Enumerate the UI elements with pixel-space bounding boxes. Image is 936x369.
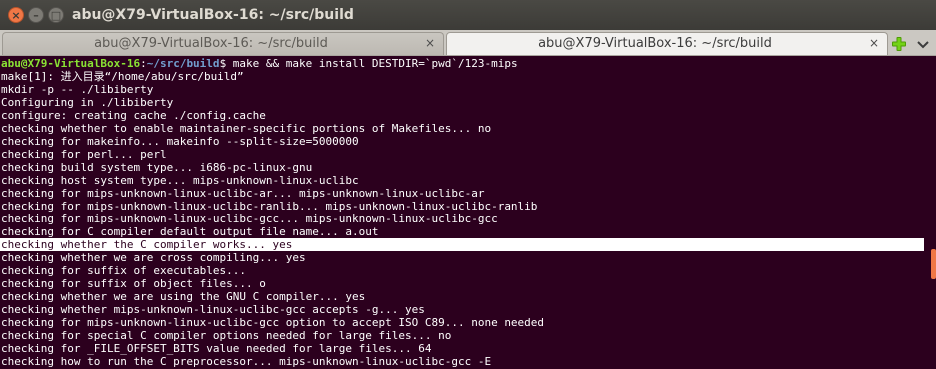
output-line: make[1]: 进入目录“/home/abu/src/build” — [1, 70, 244, 83]
output-line: checking for makeinfo... makeinfo --spli… — [1, 134, 359, 148]
output-line: checking whether we are using the GNU C … — [1, 290, 366, 304]
prompt-separator: : — [140, 57, 147, 70]
output-line: checking for mips-unknown-linux-uclibc-a… — [1, 186, 485, 200]
prompt-user-host: abu@X79-VirtualBox-16 — [1, 57, 141, 70]
tab-terminal-2[interactable]: abu@X79-VirtualBox-16: ~/src/build × — [446, 32, 888, 55]
chevron-down-icon — [917, 41, 929, 49]
output-line: Configuring in ./libiberty — [1, 95, 174, 109]
terminal-scrollbar[interactable] — [928, 56, 936, 369]
highlighted-output-line: checking whether the C compiler works...… — [0, 238, 924, 252]
output-line: checking whether to enable maintainer-sp… — [1, 121, 492, 135]
output-line: configure: creating cache ./config.cache — [1, 108, 266, 122]
output-line: checking for special C compiler options … — [1, 329, 452, 342]
tab-bar: abu@X79-VirtualBox-16: ~/src/build × abu… — [0, 30, 936, 56]
output-line: checking whether we are cross compiling.… — [1, 251, 306, 265]
output-line: checking host system type... mips-unknow… — [1, 173, 359, 187]
terminal-output[interactable]: abu@X79-VirtualBox-16:~/src/build$ make … — [0, 56, 928, 369]
output-line: checking build system type... i686-pc-li… — [1, 160, 313, 174]
tab-label: abu@X79-VirtualBox-16: ~/src/build — [94, 36, 328, 51]
close-tab-icon[interactable]: × — [423, 36, 437, 50]
tab-terminal-1[interactable]: abu@X79-VirtualBox-16: ~/src/build × — [2, 32, 444, 55]
minimize-window-button[interactable]: – — [28, 7, 44, 23]
prompt-command: $ make && make install DESTDIR=`pwd`/123… — [219, 57, 518, 70]
scrollbar-thumb[interactable] — [931, 249, 936, 279]
output-line: checking for mips-unknown-linux-uclibc-g… — [1, 212, 498, 226]
new-tab-button[interactable] — [890, 35, 908, 53]
plus-icon — [892, 37, 906, 51]
tab-menu-button[interactable] — [914, 35, 932, 53]
output-line: checking for suffix of object files... o — [1, 277, 266, 291]
maximize-window-button[interactable]: □ — [48, 7, 64, 23]
output-line: mkdir -p -- ./libiberty — [1, 82, 154, 96]
output-line: checking for C compiler default output f… — [1, 225, 379, 239]
close-tab-icon[interactable]: × — [867, 36, 881, 50]
output-line: checking for _FILE_OFFSET_BITS value nee… — [1, 341, 432, 355]
output-line: checking for mips-unknown-linux-uclibc-r… — [1, 199, 538, 213]
output-line: checking how to run the C preprocessor..… — [1, 354, 492, 368]
output-line: checking for perl... perl — [1, 147, 167, 161]
title-bar[interactable]: × – □ abu@X79-VirtualBox-16: ~/src/build — [0, 0, 936, 30]
terminal-window: × – □ abu@X79-VirtualBox-16: ~/src/build… — [0, 0, 936, 369]
prompt-line: abu@X79-VirtualBox-16:~/src/build$ make … — [1, 57, 518, 70]
output-line: checking whether mips-unknown-linux-ucli… — [1, 303, 425, 317]
tab-label: abu@X79-VirtualBox-16: ~/src/build — [538, 36, 772, 51]
output-line: checking for suffix of executables... — [1, 264, 247, 278]
output-line: checking for mips-unknown-linux-uclibc-g… — [1, 316, 545, 329]
prompt-path: ~/src/build — [146, 57, 220, 70]
window-title: abu@X79-VirtualBox-16: ~/src/build — [72, 7, 354, 23]
close-window-button[interactable]: × — [8, 7, 24, 23]
